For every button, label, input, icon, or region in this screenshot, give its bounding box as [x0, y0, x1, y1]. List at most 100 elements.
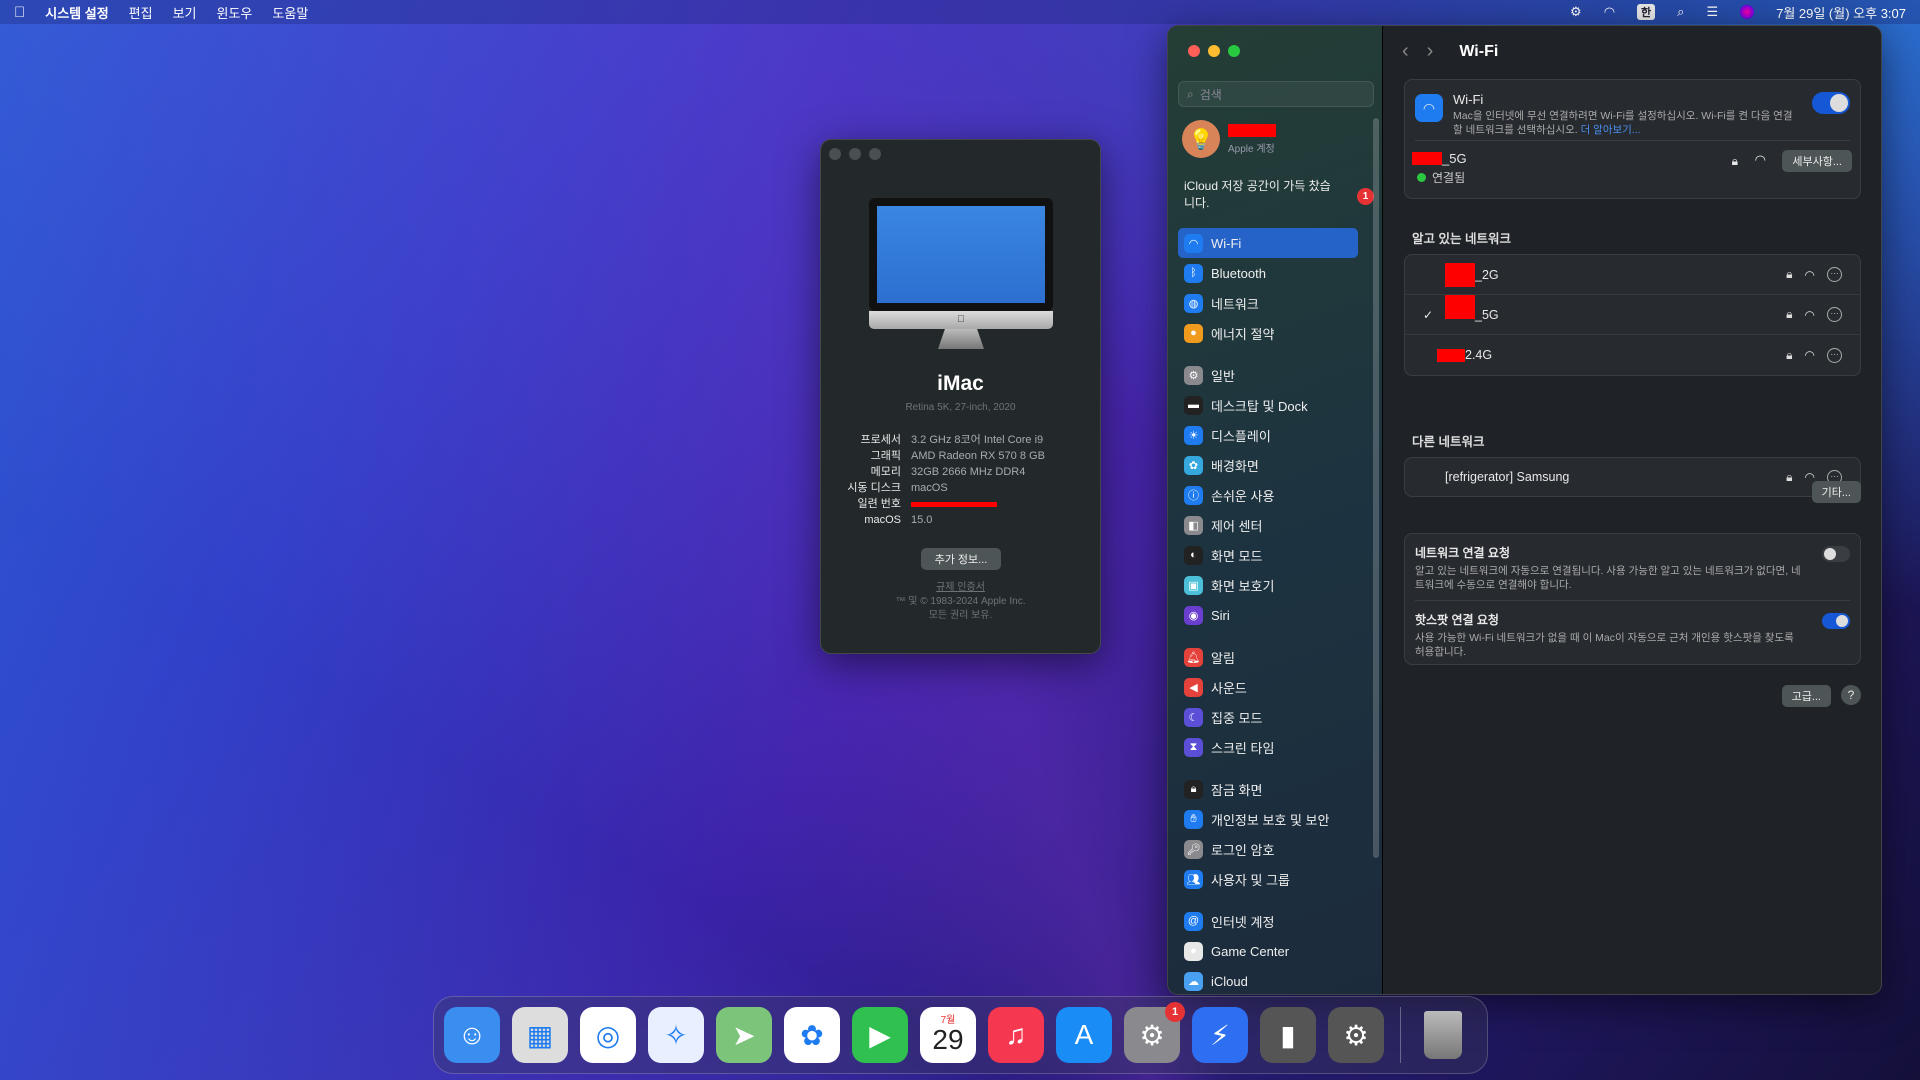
sidebar-item-screensaver[interactable]: ▣ 화면 보호기 — [1178, 570, 1358, 600]
sidebar-item-moon[interactable]: ☾ 집중 모드 — [1178, 702, 1358, 732]
settings-status-icon[interactable]: ⚙ — [1570, 4, 1582, 20]
regulatory-link[interactable]: 규제 인증서 — [821, 581, 1100, 595]
sidebar: ⌕ 검색 💡 Apple 계정 iCloud 저장 공간이 가득 찼습니다. 1… — [1168, 26, 1383, 994]
wifi-status-icon[interactable]: ◠ — [1604, 4, 1615, 20]
more-options-icon[interactable]: ··· — [1827, 347, 1842, 363]
dock-app-photos[interactable]: ✿ — [784, 1007, 840, 1063]
sidebar-item-sun[interactable]: ☀ 디스플레이 — [1178, 420, 1358, 450]
redacted-account-name — [1228, 123, 1276, 137]
minimize-button[interactable] — [849, 148, 861, 160]
hand-icon: ✋︎ — [1184, 809, 1203, 829]
dock-app-launchpad[interactable]: ▦ — [512, 1007, 568, 1063]
dock-app-system-settings[interactable]: ⚙ 1 — [1124, 1002, 1185, 1063]
sidebar-item-hand[interactable]: ✋︎ 개인정보 보호 및 보안 — [1178, 804, 1358, 834]
other-network-row[interactable]: [refrigerator] Samsung 🔒︎ ◠ ··· — [1405, 458, 1860, 496]
sidebar-item-siri[interactable]: ◉ Siri — [1178, 600, 1358, 630]
sidebar-item-speaker[interactable]: ◀ 사운드 — [1178, 672, 1358, 702]
search-input[interactable]: ⌕ 검색 — [1178, 81, 1374, 107]
input-method[interactable]: 한 — [1637, 4, 1656, 20]
wifi-icon: ◠ — [1184, 233, 1203, 253]
close-button[interactable] — [1188, 45, 1200, 57]
sun-icon: ☀ — [1184, 425, 1203, 445]
dock-app-safari[interactable]: ✧ — [648, 1007, 704, 1063]
apple-menu-icon[interactable]:  — [14, 4, 25, 21]
known-network-row[interactable]: _2G 🔒︎ ◠ ··· — [1405, 255, 1860, 295]
sidebar-item-globe[interactable]: ◍ 네트워크 — [1178, 288, 1358, 318]
dock-app-music[interactable]: ♫ — [988, 1007, 1044, 1063]
dock-app-chrome[interactable]: ◎ — [580, 1007, 636, 1063]
dock-app-instruments[interactable]: ⚡ — [1192, 1007, 1248, 1063]
dock-trash[interactable] — [1415, 1007, 1471, 1063]
bluetooth-icon: ᛒ — [1184, 263, 1203, 283]
dock-app-app-store[interactable]: A — [1056, 1007, 1112, 1063]
icloud-notice[interactable]: iCloud 저장 공간이 가득 찼습니다. 1 — [1184, 178, 1374, 212]
zoom-button[interactable] — [869, 148, 881, 160]
sidebar-item-switches[interactable]: ◧ 제어 센터 — [1178, 510, 1358, 540]
sidebar-item-at[interactable]: @ 인터넷 계정 — [1178, 906, 1358, 936]
menu-app[interactable]: 시스템 설정 — [45, 3, 108, 22]
close-button[interactable] — [829, 148, 841, 160]
menu-help[interactable]: 도움말 — [272, 3, 308, 22]
other-button[interactable]: 기타... — [1811, 481, 1861, 503]
wifi-toggle[interactable] — [1812, 92, 1850, 114]
advanced-button[interactable]: 고급... — [1781, 685, 1831, 707]
sidebar-item-hourglass[interactable]: ⧗ 스크린 타임 — [1178, 732, 1358, 762]
menu-window[interactable]: 윈도우 — [217, 3, 253, 22]
sidebar-item-flower[interactable]: ✿ 배경화면 — [1178, 450, 1358, 480]
other-networks-header: 다른 네트워크 — [1412, 435, 1485, 449]
known-networks-header: 알고 있는 네트워크 — [1412, 232, 1511, 246]
known-network-row[interactable]: ✓ _5G 🔒︎ ◠ ··· — [1405, 295, 1860, 335]
sidebar-item-label: 배경화면 — [1211, 458, 1259, 474]
details-button[interactable]: 세부사항... — [1782, 150, 1852, 172]
sidebar-item-appearance[interactable]: ◐ 화면 모드 — [1178, 540, 1358, 570]
sidebar-item-accessibility[interactable]: ⓘ 손쉬운 사용 — [1178, 480, 1358, 510]
more-options-icon[interactable]: ··· — [1827, 307, 1842, 322]
ask-join-toggle[interactable] — [1822, 546, 1850, 562]
sidebar-item-wifi[interactable]: ◠ Wi-Fi — [1178, 228, 1358, 258]
sidebar-scrollbar[interactable] — [1373, 118, 1379, 858]
dock-app-finder[interactable]: ☺ — [444, 1007, 500, 1063]
forward-button[interactable]: › — [1427, 40, 1434, 63]
sidebar-item-lock[interactable]: 🔒︎ 잠금 화면 — [1178, 774, 1358, 804]
sidebar-item-label: Game Center — [1211, 943, 1290, 959]
dock-app-utility[interactable]: ⚙ — [1328, 1007, 1384, 1063]
more-options-icon[interactable]: ··· — [1827, 267, 1842, 282]
spotlight-icon[interactable]: ⌕ — [1677, 4, 1684, 20]
utility-icon: ⚙ — [1343, 1019, 1369, 1051]
apple-account[interactable]: 💡 Apple 계정 — [1182, 120, 1276, 158]
sidebar-item-gamecenter[interactable]: ● Game Center — [1178, 936, 1358, 966]
learn-more-link[interactable]: 더 알아보기... — [1581, 124, 1641, 136]
clock[interactable]: 7월 29일 (월) 오후 3:07 — [1776, 3, 1906, 22]
dock-app-iphone-mirroring[interactable]: ▮ — [1260, 1007, 1316, 1063]
menu-view[interactable]: 보기 — [173, 3, 197, 22]
globe-icon: ◍ — [1184, 293, 1203, 313]
siri-icon[interactable] — [1740, 5, 1755, 19]
ask-hotspot-toggle[interactable] — [1822, 613, 1850, 629]
minimize-button[interactable] — [1208, 45, 1220, 57]
more-info-button[interactable]: 추가 정보... — [921, 548, 1001, 570]
sidebar-item-bulb[interactable]: ● 에너지 절약 — [1178, 318, 1358, 348]
sidebar-item-key[interactable]: 🔑︎ 로그인 암호 — [1178, 834, 1358, 864]
sidebar-item-dock[interactable]: ▬ 데스크탑 및 Dock — [1178, 390, 1358, 420]
control-center-icon[interactable]: ☰ — [1706, 4, 1718, 20]
sidebar-item-label: 스크린 타임 — [1211, 740, 1275, 756]
dock-app-facetime[interactable]: ▶ — [852, 1007, 908, 1063]
moon-icon: ☾ — [1184, 707, 1203, 727]
help-button[interactable]: ? — [1841, 685, 1861, 705]
sidebar-item-label: 화면 모드 — [1211, 548, 1263, 564]
sidebar-item-label: Wi-Fi — [1211, 235, 1242, 251]
accessibility-icon: ⓘ — [1184, 485, 1203, 505]
dock-app-calendar[interactable]: 7월 29 — [920, 1007, 976, 1063]
back-button[interactable]: ‹ — [1402, 40, 1409, 63]
dock-app-maps[interactable]: ➤ — [716, 1007, 772, 1063]
sidebar-item-bell[interactable]: 🔔︎ 알림 — [1178, 642, 1358, 672]
zoom-button[interactable] — [1228, 45, 1240, 57]
sidebar-item-gear[interactable]: ⚙ 일반 — [1178, 360, 1358, 390]
sidebar-item-users[interactable]: 👥︎ 사용자 및 그룹 — [1178, 864, 1358, 894]
sidebar-item-bluetooth[interactable]: ᛒ Bluetooth — [1178, 258, 1358, 288]
sidebar-item-label: Siri — [1211, 607, 1230, 623]
sidebar-item-cloud[interactable]: ☁ iCloud — [1178, 966, 1358, 994]
known-network-row[interactable]: 2.4G 🔒︎ ◠ ··· — [1405, 335, 1860, 375]
menu-edit[interactable]: 편집 — [129, 3, 153, 22]
join-settings-card: 네트워크 연결 요청 알고 있는 네트워크에 자동으로 연결됩니다. 사용 가능… — [1404, 533, 1861, 665]
